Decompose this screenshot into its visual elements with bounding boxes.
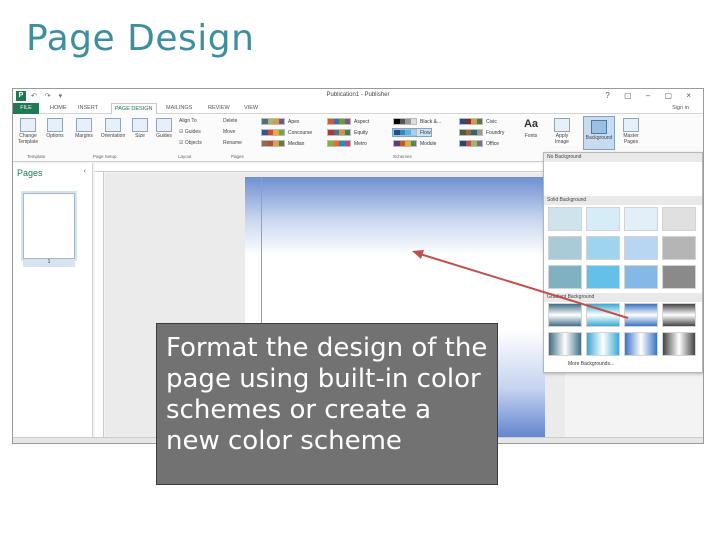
callout-box: Format the design of the page using buil… <box>156 323 498 485</box>
arrow-shaft <box>419 253 629 319</box>
arrow-head <box>412 250 424 259</box>
callout-text: Format the design of the page using buil… <box>166 333 488 456</box>
